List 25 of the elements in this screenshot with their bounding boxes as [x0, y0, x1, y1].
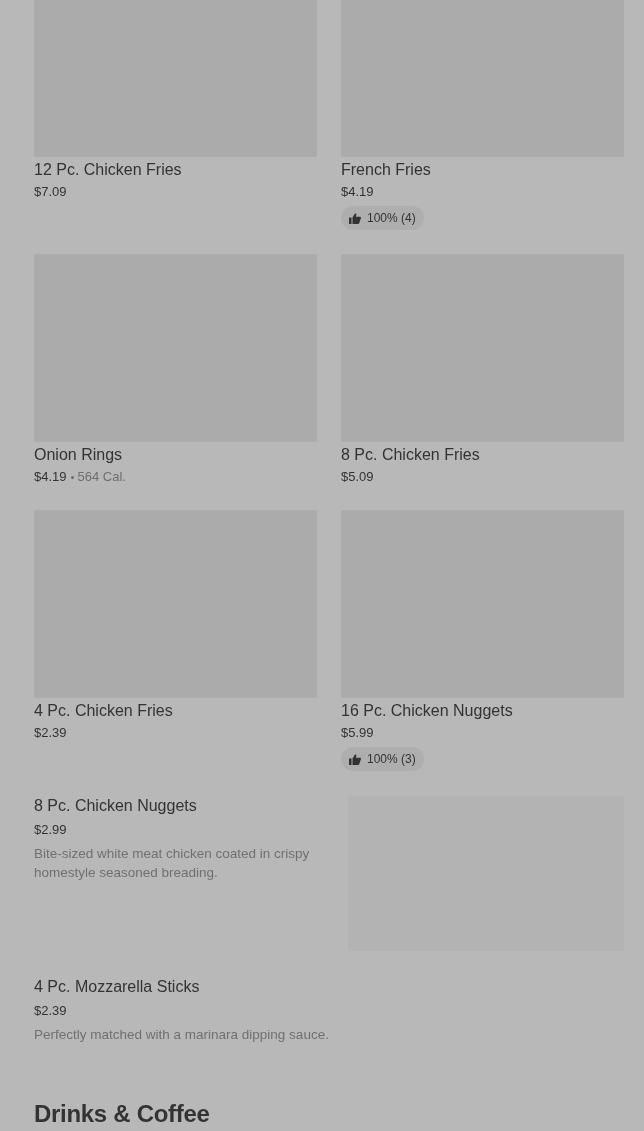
item-description: Bite-sized white meat chicken coated in crispy homestyle seasoned breading. — [34, 845, 311, 882]
item-price: $4.19 — [34, 468, 67, 486]
item-name: French Fries — [341, 160, 432, 180]
item-price: $2.39 — [34, 724, 67, 742]
item-price: $7.09 — [34, 183, 67, 201]
item-description: Perfectly matched with a marinara dipping sauce. — [34, 1026, 330, 1044]
rating-badge: 100% (4) — [341, 206, 424, 230]
item-price: $4.19 — [341, 183, 374, 201]
item-name: 16 Pc. Chicken Nuggets — [341, 701, 514, 721]
item-name: 8 Pc. Chicken Fries — [341, 445, 481, 465]
item-name: 4 Pc. Chicken Fries — [34, 701, 174, 721]
thumbs-up-icon — [349, 212, 361, 224]
item-price: $5.09 — [341, 468, 374, 486]
item-name: 4 Pc. Mozzarella Sticks — [34, 977, 201, 997]
item-price: $5.99 — [341, 724, 374, 742]
item-price: $2.39 — [34, 1002, 67, 1020]
item-price: $2.99 — [34, 821, 67, 839]
item-name: Onion Rings — [34, 445, 124, 465]
section-heading: Drinks & Coffee — [34, 1099, 211, 1129]
thumbs-up-icon — [349, 753, 361, 765]
item-name: 8 Pc. Chicken Nuggets — [34, 796, 198, 816]
rating-badge: 100% (3) — [341, 747, 424, 771]
separator-dot — [70, 475, 74, 479]
item-name: 12 Pc. Chicken Fries — [34, 160, 183, 180]
item-calories: 564 Cal. — [77, 468, 126, 486]
